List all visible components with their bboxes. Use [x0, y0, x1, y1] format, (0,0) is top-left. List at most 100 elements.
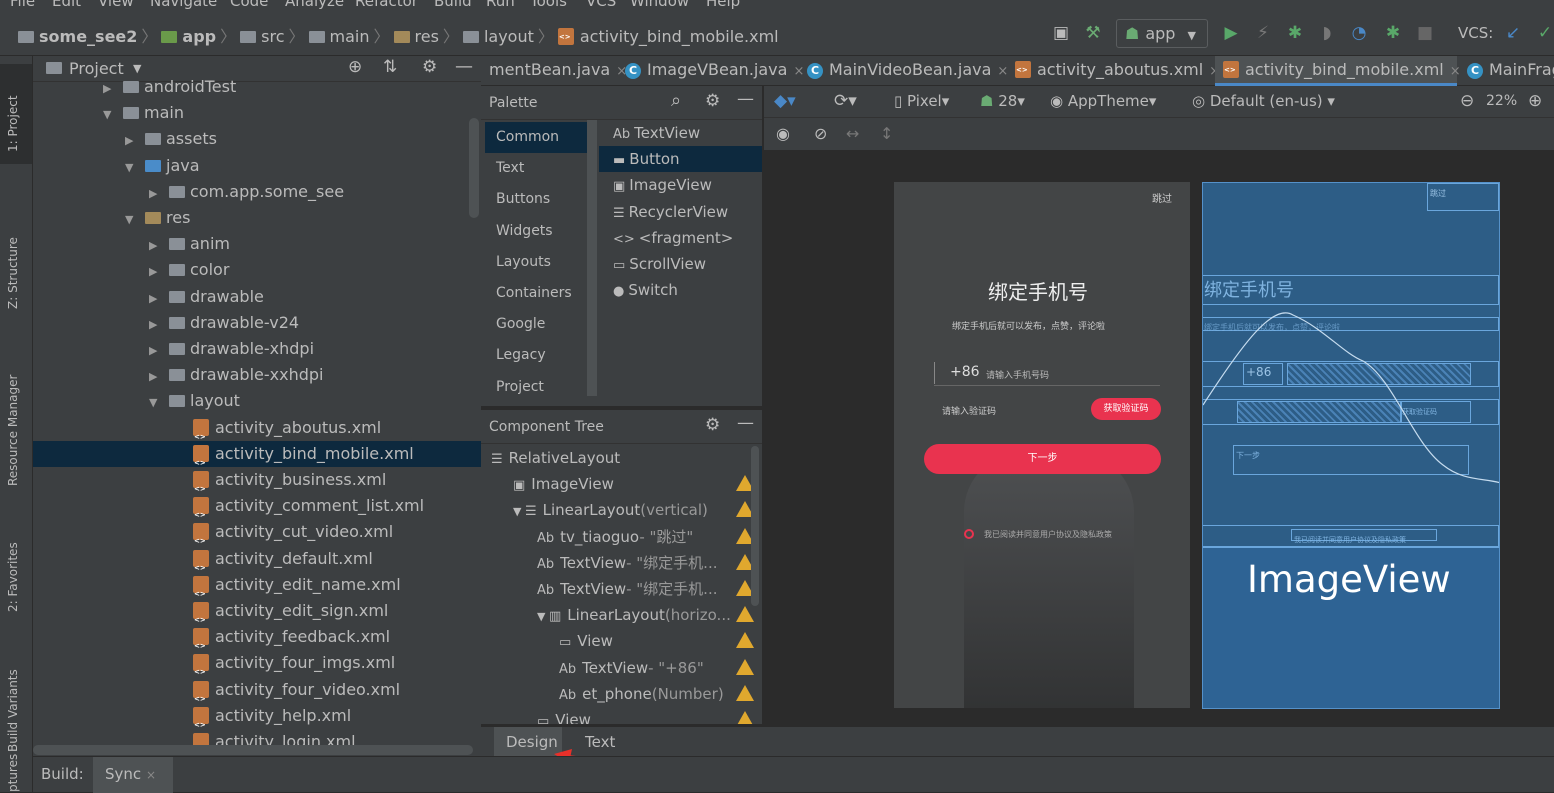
component-tree-row[interactable]: ▭ View: [537, 707, 591, 724]
tree-folder[interactable]: ▶ drawable-xxhdpi: [33, 362, 481, 388]
tree-folder[interactable]: ▼ main: [33, 100, 481, 126]
stop-icon[interactable]: ■: [1416, 24, 1434, 42]
chevron-right-icon[interactable]: ▶: [149, 181, 163, 207]
palette-category-buttons[interactable]: Buttons: [485, 184, 588, 215]
component-tree-row[interactable]: ▼ ▥ LinearLayout(horizo...: [537, 602, 731, 628]
editor-tab[interactable]: C MainFrag: [1459, 56, 1554, 86]
menu-item-navigate[interactable]: Navigate: [150, 0, 217, 10]
editor-tab[interactable]: activity_aboutus.xml×: [1007, 56, 1220, 86]
editor-tab[interactable]: activity_bind_mobile.xml×: [1215, 56, 1461, 86]
chevron-right-icon[interactable]: ▶: [149, 338, 163, 364]
sync-gradle-icon[interactable]: ✱: [1384, 24, 1402, 42]
palette-category-text[interactable]: Text: [485, 153, 588, 184]
tree-file[interactable]: activity_four_video.xml: [33, 677, 481, 712]
next-button[interactable]: 下一步: [924, 444, 1161, 474]
menu-item-help[interactable]: Help: [706, 0, 740, 10]
component-tree-row[interactable]: ▣ ImageView: [513, 471, 614, 497]
menu-item-analyze[interactable]: Analyze: [285, 0, 344, 10]
tree-folder[interactable]: ▶ color: [33, 257, 481, 283]
gear-icon[interactable]: ⚙: [705, 91, 720, 111]
tree-file[interactable]: activity_four_imgs.xml: [33, 650, 481, 685]
chevron-right-icon[interactable]: ▶: [149, 286, 163, 312]
tree-folder[interactable]: ▼ layout: [33, 388, 481, 414]
breadcrumb-layout[interactable]: layout: [484, 27, 534, 46]
close-icon[interactable]: ×: [146, 768, 156, 782]
tree-folder[interactable]: ▶ com.app.some_see: [33, 179, 481, 205]
component-tree-row[interactable]: ▭ View: [559, 628, 613, 654]
palette-splitter[interactable]: [587, 120, 597, 396]
menu-item-tools[interactable]: Tools: [530, 0, 567, 10]
menu-item-edit[interactable]: Edit: [52, 0, 81, 10]
palette-item[interactable]: ▣ ImageView: [599, 172, 762, 198]
chevron-right-icon[interactable]: ▶: [125, 128, 139, 154]
vertical-arrows-icon[interactable]: ↕: [880, 124, 893, 143]
gear-icon[interactable]: ⚙: [705, 415, 720, 435]
vcs-update-icon[interactable]: ↙: [1504, 24, 1522, 42]
tree-file[interactable]: activity_feedback.xml: [33, 624, 481, 659]
tree-file[interactable]: activity_cut_video.xml: [33, 519, 481, 554]
palette-item[interactable]: <> <fragment>: [599, 225, 762, 251]
tree-file[interactable]: activity_comment_list.xml: [33, 493, 481, 528]
tree-folder[interactable]: ▶ drawable: [33, 284, 481, 310]
tree-file[interactable]: activity_default.xml: [33, 546, 481, 581]
scrollbar[interactable]: [751, 446, 759, 606]
palette-category-containers[interactable]: Containers: [485, 278, 588, 309]
device-dropdown[interactable]: ▯ Pixel▾: [894, 92, 949, 110]
tree-folder[interactable]: ▶ anim: [33, 231, 481, 257]
palette-item[interactable]: ● Switch: [599, 277, 762, 303]
breadcrumb-module[interactable]: app: [182, 27, 216, 46]
breadcrumb-src[interactable]: src: [261, 27, 284, 46]
palette-category-layouts[interactable]: Layouts: [485, 247, 588, 278]
minimize-icon[interactable]: —: [737, 413, 754, 433]
horizontal-arrows-icon[interactable]: ↔: [846, 124, 859, 143]
editor-tab[interactable]: C ImageVBean.java ×: [617, 56, 804, 86]
chevron-down-icon[interactable]: ▼: [513, 505, 525, 518]
tab-resource-manager-label[interactable]: Resource Manager: [6, 375, 20, 486]
menu-item-refactor[interactable]: Refactor: [355, 0, 418, 10]
tree-folder[interactable]: ▼ java: [33, 153, 481, 179]
tree-file[interactable]: activity_bind_mobile.xml: [33, 440, 481, 476]
chevron-right-icon[interactable]: ▶: [149, 259, 163, 285]
breadcrumb-file[interactable]: activity_bind_mobile.xml: [580, 27, 779, 46]
search-icon[interactable]: ⌕: [671, 90, 681, 111]
tree-folder[interactable]: ▶ assets: [33, 126, 481, 152]
horizontal-scrollbar[interactable]: [33, 745, 473, 755]
locale-dropdown[interactable]: ◎ Default (en-us) ▾: [1192, 92, 1335, 110]
warning-icon[interactable]: [736, 632, 754, 649]
layers-icon[interactable]: ◆▾: [774, 91, 796, 111]
chevron-down-icon[interactable]: ▼: [149, 390, 163, 416]
apply-changes-icon[interactable]: ⚡: [1254, 24, 1272, 42]
component-tree-row[interactable]: ☰ RelativeLayout: [491, 445, 620, 471]
component-tree-row[interactable]: ▼ ☰ LinearLayout(vertical): [513, 497, 708, 523]
component-tree-row[interactable]: Ab TextView- "+86": [559, 655, 704, 681]
editor-tab[interactable]: C MainVideoBean.java ×: [799, 56, 1008, 86]
tree-file[interactable]: activity_business.xml: [33, 467, 481, 502]
hammer-icon[interactable]: ⚒: [1084, 24, 1102, 42]
breadcrumb-main[interactable]: main: [330, 27, 370, 46]
chevron-down-icon[interactable]: ▼: [537, 610, 549, 623]
chevron-down-icon[interactable]: ▼: [125, 155, 139, 181]
menu-item-build[interactable]: Build: [434, 0, 472, 10]
tab-sync[interactable]: Sync ×: [93, 757, 173, 793]
breadcrumb-project[interactable]: some_see2: [39, 27, 137, 46]
sdk-manager-icon[interactable]: ▣: [1052, 24, 1070, 42]
theme-dropdown[interactable]: ◉ AppTheme▾: [1050, 92, 1156, 110]
component-tree-row[interactable]: Ab TextView- "绑定手机...: [537, 576, 717, 602]
palette-category-legacy[interactable]: Legacy: [485, 340, 588, 371]
chevron-right-icon[interactable]: ▶: [149, 312, 163, 338]
menu-item-vcs[interactable]: VCS: [586, 0, 616, 10]
profile-icon[interactable]: ◔: [1350, 24, 1368, 42]
blueprint-preview[interactable]: 跳过 绑定手机号 绑定手机后就可以发布，点赞，评论啦 +86 获取验证码 下一步…: [1202, 182, 1500, 709]
breadcrumb-res[interactable]: res: [415, 27, 439, 46]
palette-item[interactable]: ☰ RecyclerView: [599, 199, 762, 225]
component-tree-row[interactable]: Ab tv_tiaoguo- "跳过": [537, 524, 693, 550]
palette-category-widgets[interactable]: Widgets: [485, 216, 588, 247]
tree-file[interactable]: activity_edit_name.xml: [33, 572, 481, 607]
menu-item-view[interactable]: View: [98, 0, 134, 10]
palette-item[interactable]: Ab TextView: [599, 120, 762, 146]
tree-folder[interactable]: ▶ drawable-v24: [33, 310, 481, 336]
get-code-button[interactable]: 获取验证码: [1091, 398, 1161, 420]
tree-folder[interactable]: ▶ drawable-xhdpi: [33, 336, 481, 362]
tab-project-label[interactable]: 1: Project: [6, 95, 20, 152]
menu-item-file[interactable]: File: [10, 0, 35, 10]
